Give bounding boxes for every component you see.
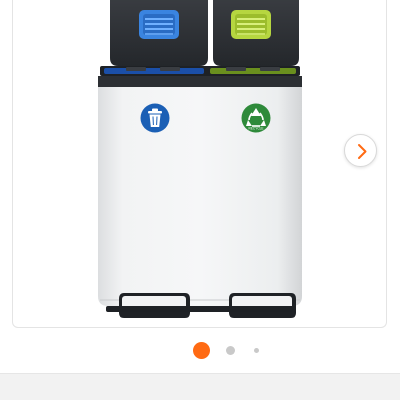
gallery-pagination	[0, 341, 400, 359]
bottom-bar	[0, 373, 400, 400]
bin-base	[106, 306, 296, 312]
left-bucket-rim	[104, 68, 204, 74]
right-bucket-rim	[210, 68, 296, 74]
recycle-label: RECYCLE	[248, 127, 263, 131]
product-image[interactable]: RECYCLE	[0, 0, 400, 340]
right-lid	[213, 0, 299, 66]
right-foot-pedal	[229, 293, 296, 318]
left-foot-pedal	[119, 293, 190, 318]
pagination-dot-3[interactable]	[254, 348, 259, 353]
left-lid	[110, 0, 208, 66]
chevron-right-icon	[358, 144, 367, 159]
left-odor-filter	[139, 10, 179, 39]
trash-bin-icon	[140, 103, 170, 133]
lid-base-band	[98, 76, 302, 87]
right-odor-filter	[231, 10, 271, 39]
recycle-icon: RECYCLE	[241, 103, 271, 133]
pagination-dot-2[interactable]	[226, 346, 235, 355]
next-image-button[interactable]	[344, 134, 377, 167]
pagination-dot-1-active[interactable]	[193, 342, 210, 359]
bin-body	[98, 87, 302, 306]
